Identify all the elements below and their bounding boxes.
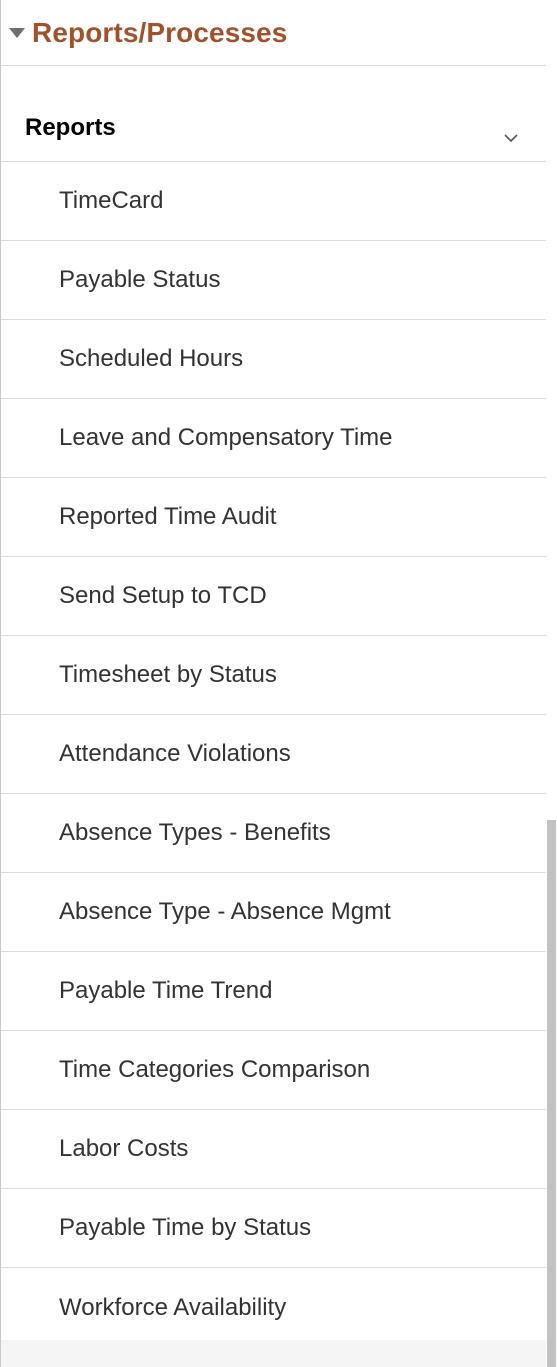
report-item-scheduled-hours[interactable]: Scheduled Hours xyxy=(1,320,546,399)
report-item-leave-and-compensatory-time[interactable]: Leave and Compensatory Time xyxy=(1,399,546,478)
report-item-timesheet-by-status[interactable]: Timesheet by Status xyxy=(1,636,546,715)
report-item-time-categories-comparison[interactable]: Time Categories Comparison xyxy=(1,1031,546,1110)
triangle-down-icon xyxy=(9,27,25,38)
reports-processes-panel: Reports/Processes Reports TimeCard Payab… xyxy=(0,0,556,1367)
report-item-payable-time-trend[interactable]: Payable Time Trend xyxy=(1,952,546,1031)
report-list: TimeCard Payable Status Scheduled Hours … xyxy=(1,162,546,1347)
report-item-timecard[interactable]: TimeCard xyxy=(1,162,546,241)
report-item-attendance-violations[interactable]: Attendance Violations xyxy=(1,715,546,794)
report-item-reported-time-audit[interactable]: Reported Time Audit xyxy=(1,478,546,557)
group-title: Reports xyxy=(25,114,116,141)
chevron-down-icon xyxy=(504,134,518,143)
scrollbar-thumb[interactable] xyxy=(547,820,556,1367)
section-title: Reports/Processes xyxy=(32,16,288,48)
reports-group-header[interactable]: Reports xyxy=(1,66,546,162)
report-item-labor-costs[interactable]: Labor Costs xyxy=(1,1110,546,1189)
report-item-absence-types-benefits[interactable]: Absence Types - Benefits xyxy=(1,794,546,873)
list-footer xyxy=(1,1340,546,1367)
report-item-absence-type-absence-mgmt[interactable]: Absence Type - Absence Mgmt xyxy=(1,873,546,952)
report-item-payable-time-by-status[interactable]: Payable Time by Status xyxy=(1,1189,546,1268)
reports-processes-section-header[interactable]: Reports/Processes xyxy=(1,0,546,66)
report-item-workforce-availability[interactable]: Workforce Availability xyxy=(1,1268,546,1347)
report-item-payable-status[interactable]: Payable Status xyxy=(1,241,546,320)
report-item-send-setup-to-tcd[interactable]: Send Setup to TCD xyxy=(1,557,546,636)
